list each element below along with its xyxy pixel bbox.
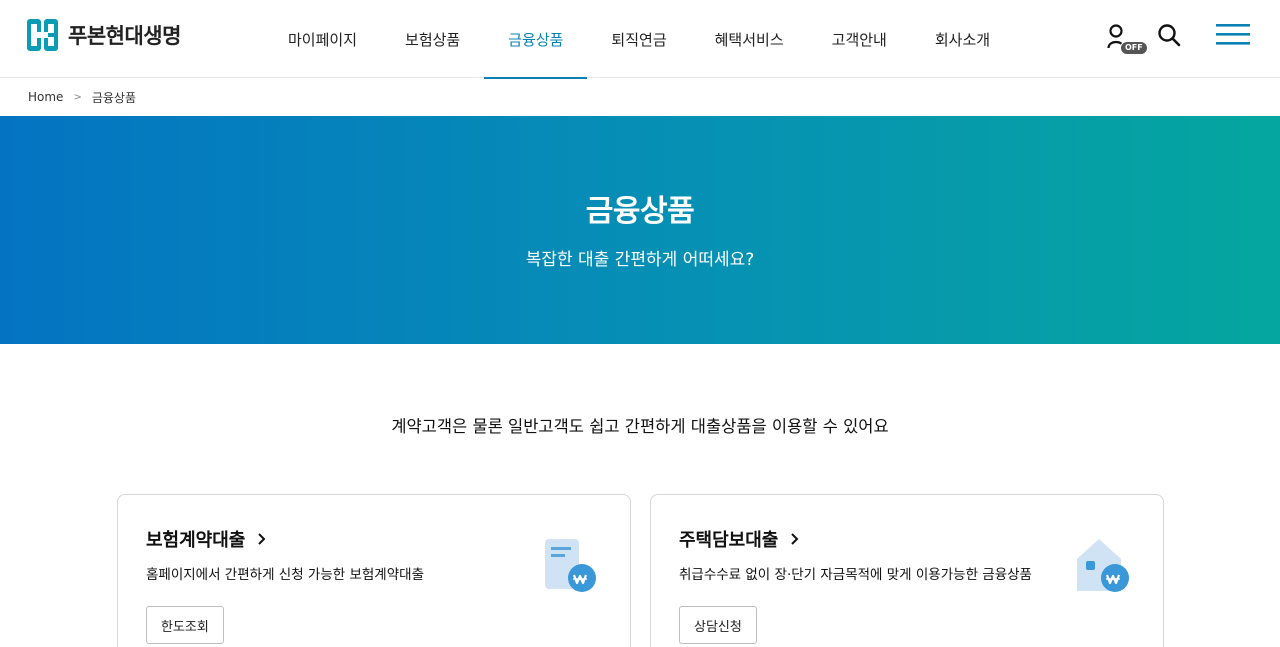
user-icon: OFF bbox=[1107, 22, 1148, 55]
card-title: 주택담보대출 bbox=[679, 530, 779, 551]
chevron-right-icon bbox=[791, 533, 799, 545]
nav-item-mypage[interactable]: 마이페이지 bbox=[264, 0, 381, 78]
site-header: 푸본현대생명 마이페이지 보험상품 금융상품 퇴직연금 혜택서비스 고객안내 회… bbox=[0, 0, 1280, 79]
nav-item-pension[interactable]: 퇴직연금 bbox=[587, 0, 690, 78]
card-description: 홈페이지에서 간편하게 신청 가능한 보험계약대출 bbox=[146, 567, 424, 583]
hero-banner: 금융상품 복잡한 대출 간편하게 어떠세요? bbox=[0, 116, 1280, 344]
breadcrumb: Home > 금융상품 bbox=[28, 88, 136, 106]
intro-text: 계약고객은 물론 일반고객도 쉽고 간편하게 대출상품을 이용할 수 있어요 bbox=[391, 417, 889, 436]
card-description: 취급수수료 없이 장·단기 자금목적에 맞게 이용가능한 금융상품 bbox=[679, 567, 1032, 583]
page-subtitle: 복잡한 대출 간편하게 어떠세요? bbox=[525, 250, 755, 270]
page-title: 금융상품 bbox=[585, 194, 695, 229]
nav-item-insurance[interactable]: 보험상품 bbox=[381, 0, 484, 78]
main-navigation: 마이페이지 보험상품 금융상품 퇴직연금 혜택서비스 고객안내 회사소개 bbox=[264, 0, 1014, 79]
breadcrumb-home[interactable]: Home bbox=[28, 90, 63, 104]
logo-mark-icon bbox=[27, 19, 58, 51]
brand-name: 푸본현대생명 bbox=[68, 24, 181, 48]
document-won-icon bbox=[542, 535, 602, 595]
search-button[interactable] bbox=[1154, 20, 1184, 54]
product-card-mortgage-loan: 주택담보대출 취급수수료 없이 장·단기 자금목적에 맞게 이용가능한 금융상품… bbox=[650, 494, 1164, 647]
chevron-right-icon: > bbox=[73, 91, 82, 103]
search-icon bbox=[1157, 23, 1181, 51]
policy-loan-link[interactable]: 보험계약대출 bbox=[146, 526, 267, 552]
product-card-policy-loan: 보험계약대출 홈페이지에서 간편하게 신청 가능한 보험계약대출 한도조회 bbox=[117, 494, 631, 647]
nav-item-customer[interactable]: 고객안내 bbox=[808, 0, 911, 78]
card-title: 보험계약대출 bbox=[146, 530, 246, 551]
house-won-icon bbox=[1075, 535, 1135, 595]
mortgage-loan-link[interactable]: 주택담보대출 bbox=[679, 526, 800, 552]
login-status-badge: OFF bbox=[1120, 41, 1148, 55]
breadcrumb-current: 금융상품 bbox=[91, 90, 136, 105]
nav-item-benefits[interactable]: 혜택서비스 bbox=[691, 0, 808, 78]
limit-inquiry-button[interactable]: 한도조회 bbox=[146, 606, 224, 644]
all-menu-button[interactable] bbox=[1214, 20, 1254, 54]
consultation-request-button[interactable]: 상담신청 bbox=[679, 606, 757, 644]
brand-logo[interactable]: 푸본현대생명 bbox=[27, 18, 181, 52]
login-button[interactable]: OFF bbox=[1098, 20, 1148, 55]
nav-item-company[interactable]: 회사소개 bbox=[911, 0, 1014, 78]
nav-item-financial[interactable]: 금융상품 bbox=[484, 0, 588, 79]
hamburger-menu-icon bbox=[1216, 24, 1252, 50]
chevron-right-icon bbox=[258, 533, 266, 545]
